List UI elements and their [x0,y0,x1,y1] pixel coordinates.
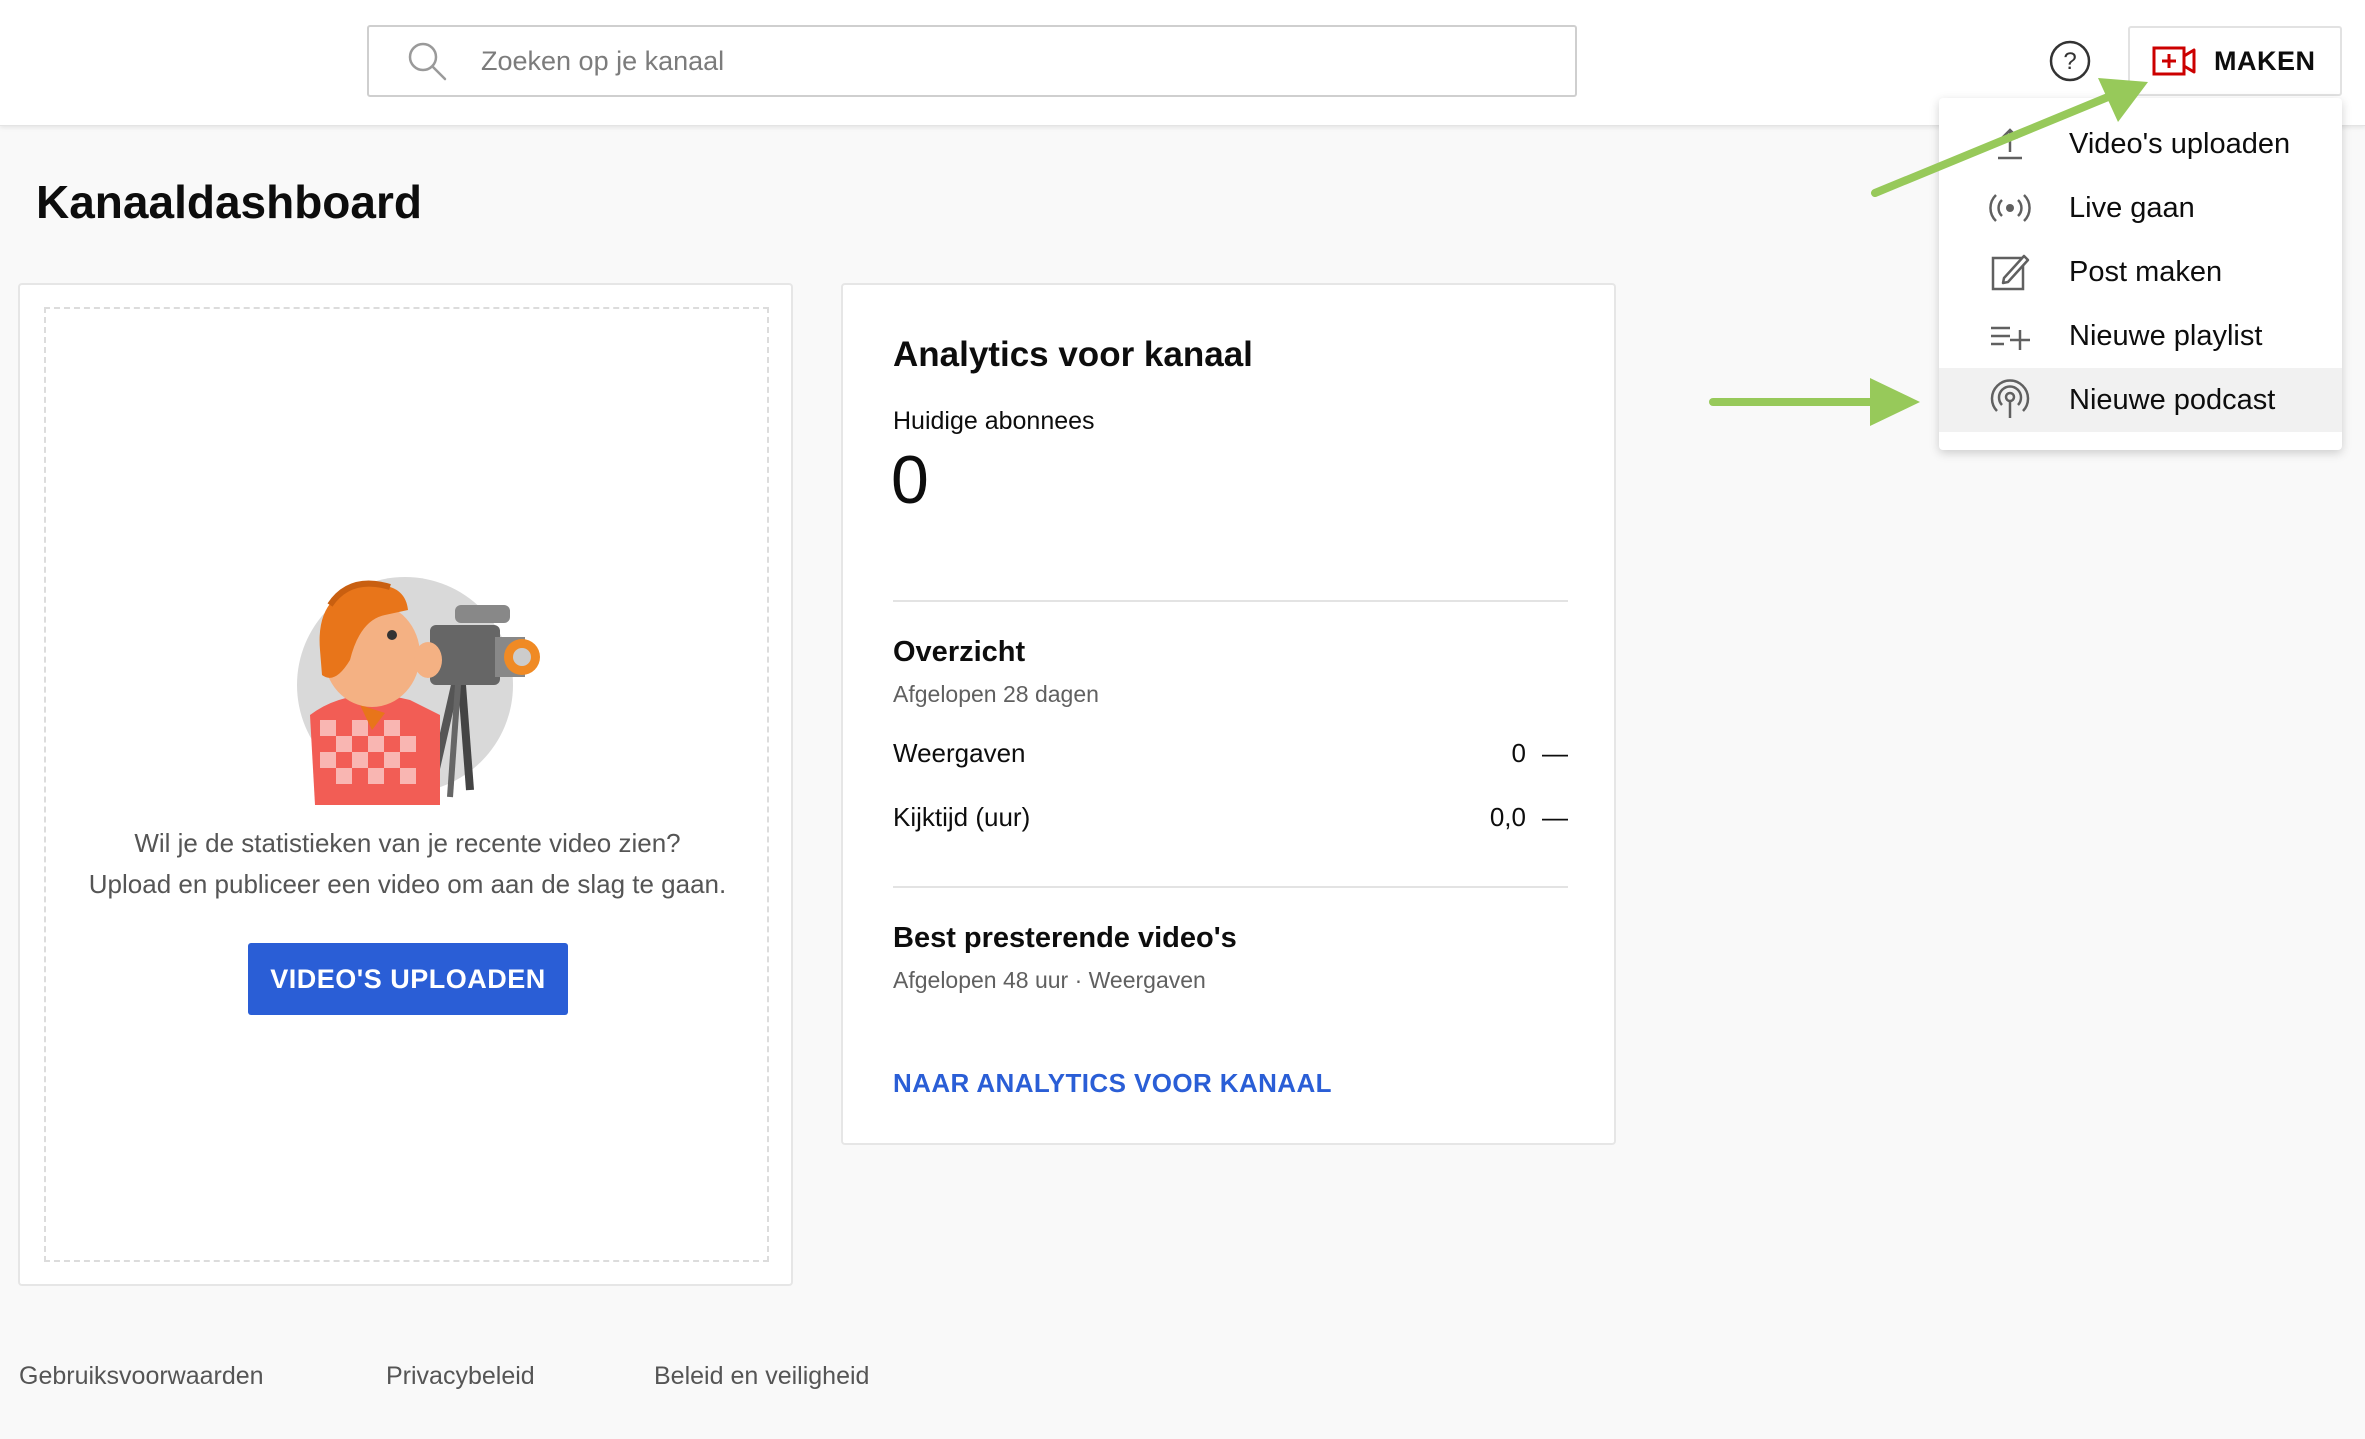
annotation-arrow-to-create [1871,78,2148,197]
top-videos-period: Afgelopen 48 uur · Weergaven [893,967,1206,993]
annotation-arrow-to-podcast [1709,378,1920,426]
videographer-illustration [297,577,540,805]
footer-link-policy-safety[interactable]: Beleid en veiligheid [654,1362,869,1391]
subscribers-count: 0 [891,442,929,518]
divider [893,600,1568,602]
search-box[interactable] [367,25,1577,97]
stat-label: Weergaven [893,738,1026,768]
menu-item-new-podcast[interactable]: Nieuwe podcast [1939,368,2342,432]
edit-post-icon [1991,254,2030,291]
upload-videos-button[interactable]: VIDEO'S UPLOADEN [248,943,568,1015]
overview-title: Overzicht [893,636,1026,668]
upload-prompt-line1: Wil je de statistieken van je recente vi… [134,828,681,858]
menu-item-create-post[interactable]: Post maken [1939,240,2342,304]
stat-trend: — [1542,738,1568,768]
go-to-analytics-link[interactable]: NAAR ANALYTICS VOOR KANAAL [893,1068,1332,1099]
podcast-icon [1990,379,2030,418]
stat-value: 0,0 [1489,802,1526,832]
stat-trend: — [1542,802,1568,832]
channel-analytics-card: Analytics voor kanaal Huidige abonnees 0… [841,283,1616,1145]
menu-item-new-playlist[interactable]: Nieuwe playlist [1939,304,2342,368]
search-input[interactable] [481,45,1531,77]
upload-card: Wil je de statistieken van je recente vi… [18,283,793,1286]
menu-item-label: Nieuwe podcast [2069,383,2276,416]
menu-item-label: Nieuwe playlist [2069,319,2263,352]
create-button[interactable]: MAKEN [2128,26,2342,96]
stat-value: 0 [1511,738,1526,768]
stat-label: Kijktijd (uur) [893,802,1031,832]
upload-prompt-line2: Upload en publiceer een video om aan de … [88,869,727,899]
playlist-add-icon [1991,326,2030,350]
subscribers-label: Huidige abonnees [893,407,1095,435]
search-icon [408,42,447,81]
upload-prompt: Wil je de statistieken van je recente vi… [20,823,795,905]
footer-link-privacy[interactable]: Privacybeleid [386,1362,535,1391]
overview-period: Afgelopen 28 dagen [893,681,1099,707]
divider [893,886,1568,888]
menu-item-label: Post maken [2069,255,2223,288]
page-title: Kanaaldashboard [36,176,422,228]
footer-link-terms[interactable]: Gebruiksvoorwaarden [19,1362,264,1391]
top-videos-title: Best presterende video's [893,922,1237,954]
create-button-label: MAKEN [2214,45,2316,76]
analytics-title: Analytics voor kanaal [893,335,1253,374]
